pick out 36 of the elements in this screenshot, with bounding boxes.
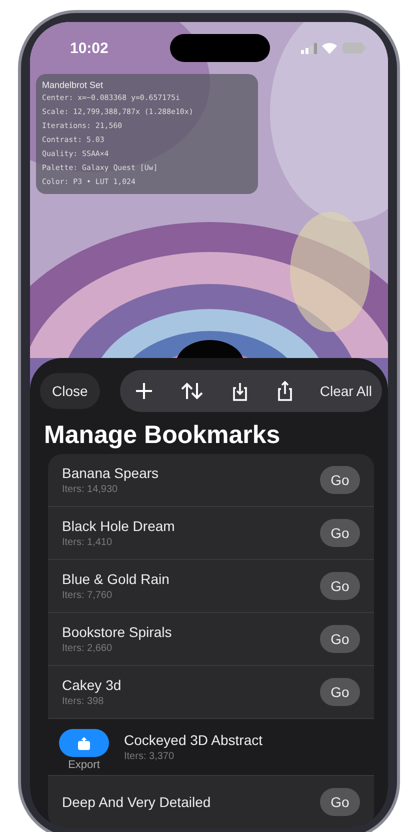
iterations-label: Iters: 3,370 [124, 751, 176, 762]
bookmark-name: Bookstore Spirals [62, 624, 173, 640]
bookmark-name: Blue & Gold Rain [62, 571, 170, 587]
iterations-label: Iters: 398 [62, 696, 105, 707]
sort-button[interactable] [178, 380, 205, 402]
bookmark-name: Banana Spears [62, 465, 160, 481]
plus-icon [136, 383, 152, 399]
go-button[interactable]: Go [320, 519, 360, 547]
go-button[interactable]: Go [320, 572, 360, 600]
tray-arrow-down-icon [232, 382, 248, 400]
signal-icon [301, 42, 317, 54]
close-button[interactable]: Close [40, 373, 100, 409]
battery-icon [342, 42, 366, 54]
iterations-label: Iters: 1,410 [62, 537, 114, 548]
share-icon [276, 381, 293, 401]
go-button[interactable]: Go [320, 788, 360, 816]
go-button[interactable]: Go [320, 678, 360, 706]
bookmark-name: Deep And Very Detailed [62, 794, 212, 810]
sheet-title: Manage Bookmarks [44, 420, 282, 450]
sort-arrows-icon [180, 382, 203, 400]
clear-all-button[interactable]: Clear All [320, 383, 372, 399]
bookmark-name: Black Hole Dream [62, 518, 176, 534]
export-label: Export [68, 759, 100, 771]
status-time: 10:02 [70, 40, 110, 56]
iterations-label: Iters: 7,760 [62, 590, 114, 601]
export-icon [78, 736, 90, 750]
add-button[interactable] [134, 381, 154, 401]
info-title: Mandelbrot Set [42, 80, 104, 90]
iterations-label: Iters: 14,930 [62, 484, 119, 495]
iterations-label: Iters: 2,660 [62, 643, 114, 654]
bookmark-name: Cockeyed 3D Abstract [124, 732, 264, 748]
export-button[interactable] [59, 729, 109, 757]
go-button[interactable]: Go [320, 625, 360, 653]
go-button[interactable]: Go [320, 466, 360, 494]
wifi-icon [322, 42, 337, 54]
bookmark-name: Cakey 3d [62, 677, 122, 693]
